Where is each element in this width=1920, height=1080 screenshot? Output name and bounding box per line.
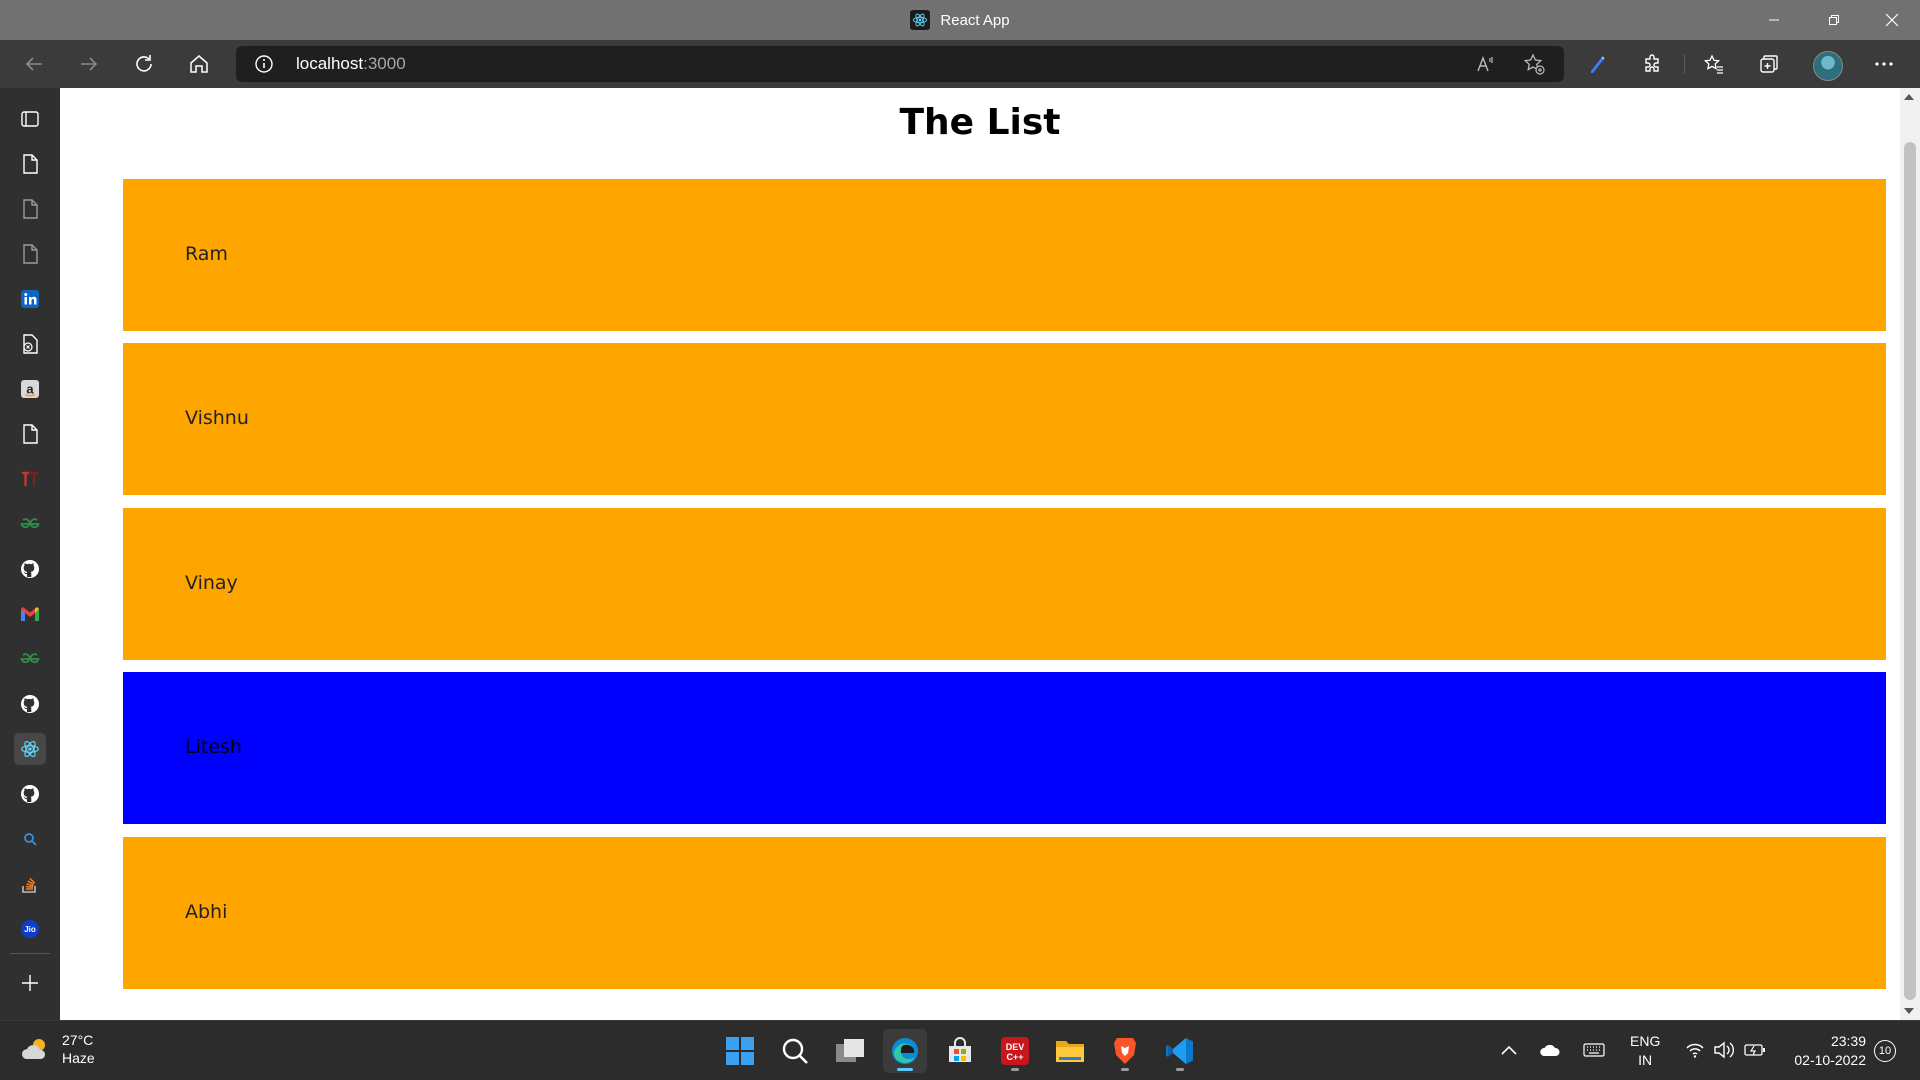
chevron-up-icon[interactable] <box>1494 1035 1524 1065</box>
list-item-selected[interactable]: Litesh <box>123 672 1886 824</box>
weather-haze-icon <box>21 1039 46 1059</box>
keyboard-icon[interactable] <box>1579 1035 1609 1065</box>
react-icon[interactable] <box>14 733 46 765</box>
scroll-thumb[interactable] <box>1904 142 1916 1000</box>
window-title-group: React App <box>0 0 1920 40</box>
stackoverflow-icon[interactable] <box>14 868 46 900</box>
file-explorer-icon[interactable] <box>1048 1029 1092 1073</box>
close-button[interactable] <box>1864 0 1920 40</box>
clock-date: 02-10-2022 <box>1794 1052 1866 1068</box>
address-bar[interactable]: localhost:3000 <box>236 46 1564 82</box>
system-clock[interactable]: 23:39 02-10-2022 <box>1776 1032 1866 1070</box>
amazon-icon[interactable]: a <box>14 373 46 405</box>
page-title: The List <box>899 102 1061 143</box>
document-x-icon[interactable] <box>14 328 46 360</box>
search-icon[interactable] <box>14 823 46 855</box>
extensions-icon[interactable] <box>1637 48 1669 80</box>
scroll-down-arrow-icon[interactable] <box>1904 1008 1914 1014</box>
forward-icon[interactable] <box>73 48 105 80</box>
window-title: React App <box>940 11 1010 29</box>
clock-time: 23:39 <box>1830 1033 1866 1049</box>
list-item-name: Vinay <box>185 572 238 594</box>
list-item-name: Vishnu <box>185 407 249 429</box>
url-host: localhost <box>296 54 364 73</box>
back-icon[interactable] <box>18 48 50 80</box>
running-app-indicator <box>1176 1068 1184 1071</box>
linkedin-icon[interactable] <box>14 283 46 315</box>
running-app-indicator <box>1011 1068 1019 1071</box>
sidebar-separator <box>10 953 50 954</box>
restore-button[interactable] <box>1806 0 1862 40</box>
volume-icon[interactable] <box>1709 1035 1739 1065</box>
more-options-icon[interactable] <box>1868 48 1900 80</box>
browser-toolbar: localhost:3000 <box>0 40 1920 88</box>
task-view-icon[interactable] <box>828 1029 872 1073</box>
tracker-icon[interactable] <box>14 463 46 495</box>
battery-icon[interactable] <box>1740 1035 1770 1065</box>
home-icon[interactable] <box>183 48 215 80</box>
wifi-icon[interactable] <box>1680 1035 1710 1065</box>
copilot-pen-icon[interactable] <box>1581 48 1613 80</box>
gmail-icon[interactable] <box>14 598 46 630</box>
active-app-indicator <box>897 1068 913 1071</box>
list-item[interactable]: Vinay <box>123 508 1886 660</box>
document-icon[interactable] <box>14 148 46 180</box>
list-item[interactable]: Abhi <box>123 837 1886 989</box>
svg-text:Jio: Jio <box>24 925 36 934</box>
region-code: IN <box>1638 1052 1653 1068</box>
github-icon[interactable] <box>14 778 46 810</box>
svg-text:DEV: DEV <box>1006 1042 1025 1052</box>
windows-start-icon[interactable] <box>718 1029 762 1073</box>
onedrive-cloud-icon[interactable] <box>1535 1035 1565 1065</box>
weather-condition: Haze <box>62 1050 95 1066</box>
notification-badge[interactable]: 10 <box>1874 1040 1896 1062</box>
document-icon[interactable] <box>14 193 46 225</box>
tab-actions-icon[interactable] <box>14 103 46 135</box>
brave-icon[interactable] <box>1103 1029 1147 1073</box>
url-text[interactable]: localhost:3000 <box>296 54 406 74</box>
site-info-icon[interactable] <box>254 54 274 74</box>
jio-icon[interactable]: Jio <box>14 913 46 945</box>
weather-widget[interactable]: 27°C Haze <box>20 1031 95 1067</box>
document-icon[interactable] <box>14 418 46 450</box>
react-icon <box>910 10 931 30</box>
search-icon[interactable] <box>773 1029 817 1073</box>
language-code: ENG <box>1630 1033 1661 1049</box>
url-port: :3000 <box>363 54 406 73</box>
scroll-up-arrow-icon[interactable] <box>1904 94 1914 100</box>
title-bar: React App <box>0 0 1920 40</box>
document-icon[interactable] <box>14 238 46 270</box>
edge-icon[interactable] <box>883 1029 927 1073</box>
store-icon[interactable] <box>938 1029 982 1073</box>
list-item-name: Abhi <box>185 901 228 923</box>
list-item-name: Ram <box>185 243 228 265</box>
geeksforgeeks-icon[interactable] <box>14 508 46 540</box>
read-aloud-icon[interactable] <box>1474 52 1498 76</box>
refresh-icon[interactable] <box>128 48 160 80</box>
profile-avatar[interactable] <box>1813 51 1843 81</box>
svg-text:C++: C++ <box>1006 1052 1023 1062</box>
toolbar-separator <box>1684 54 1685 74</box>
edge-sidebar: a Jio <box>0 88 60 1020</box>
svg-text:a: a <box>26 382 34 397</box>
minimize-button[interactable] <box>1746 0 1802 40</box>
geeksforgeeks-icon[interactable] <box>14 643 46 675</box>
favorites-icon[interactable] <box>1698 48 1730 80</box>
list-item[interactable]: Ram <box>123 179 1886 331</box>
web-content: The List Ram Vishnu Vinay Litesh Abhi <box>60 88 1900 1020</box>
page-scrollbar[interactable] <box>1900 88 1920 1020</box>
list-item-name: Litesh <box>185 736 242 758</box>
add-icon[interactable] <box>14 967 46 999</box>
add-favorite-icon[interactable] <box>1522 52 1546 76</box>
windows-taskbar: 27°C Haze DEV C++ ENG IN 23:39 02-10-202… <box>0 1020 1920 1080</box>
github-icon[interactable] <box>14 553 46 585</box>
collections-icon[interactable] <box>1753 48 1785 80</box>
github-icon[interactable] <box>14 688 46 720</box>
vscode-icon[interactable] <box>1158 1029 1202 1073</box>
devcpp-icon[interactable]: DEV C++ <box>993 1029 1037 1073</box>
list-item[interactable]: Vishnu <box>123 343 1886 495</box>
running-app-indicator <box>1121 1068 1129 1071</box>
weather-temperature: 27°C <box>62 1032 94 1048</box>
input-language-indicator[interactable]: ENG IN <box>1630 1032 1660 1070</box>
